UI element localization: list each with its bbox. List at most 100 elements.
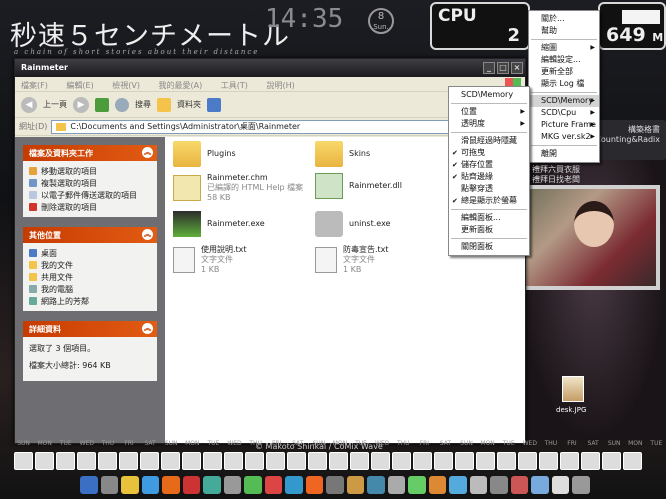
dock-key[interactable] [476,452,495,470]
skin-menu-save-position[interactable]: ✔ 儲存位置 [449,159,529,171]
menu-help[interactable]: 幫助 [529,25,599,37]
menu-edit-settings[interactable]: 編輯設定... [529,54,599,66]
dock-key[interactable] [434,452,453,470]
app-launcher-icon[interactable] [121,476,139,494]
menu-skin-scd-cpu[interactable]: SCD\Cpu ▶ [529,107,599,119]
back-arrow-icon[interactable]: ◀ [21,96,37,113]
dock-key[interactable] [581,452,600,470]
app-launcher-icon[interactable] [285,476,303,494]
tasks-panel-header[interactable]: 檔案及資料夾工作 ︽ [23,145,157,161]
details-panel-header[interactable]: 詳細資料 ︽ [23,321,157,337]
dock-key[interactable] [140,452,159,470]
app-launcher-icon[interactable] [367,476,385,494]
search-icon[interactable] [115,97,129,112]
menu-view[interactable]: 檢視(V) [112,81,140,90]
folders-icon[interactable] [157,97,171,112]
app-launcher-icon[interactable] [572,476,590,494]
todo-item[interactable]: 禮拜日找老闆 [532,175,580,185]
skin-menu-transparency[interactable]: 透明度 ▶ [449,118,529,130]
menu-tools[interactable]: 工具(T) [221,81,248,90]
menu-skin-picture-frame[interactable]: Picture Frame ▶ [529,119,599,131]
app-launcher-icon[interactable] [449,476,467,494]
dock-key[interactable] [350,452,369,470]
dock-key[interactable] [602,452,621,470]
minimize-button[interactable]: _ [483,62,495,74]
dock-key[interactable] [224,452,243,470]
dock-key[interactable] [35,452,54,470]
app-launcher-icon[interactable] [264,476,283,494]
app-launcher-icon[interactable] [510,476,529,494]
app-launcher-icon[interactable] [223,476,242,494]
cpu-meter[interactable]: CPU 2 [430,2,530,50]
collapse-icon[interactable]: ︽ [142,229,153,240]
task-copy[interactable]: 複製選取的項目 [29,177,151,189]
dock-key[interactable] [98,452,117,470]
todo-item[interactable]: 禮拜六買衣服 [532,165,580,175]
dock-key[interactable] [287,452,306,470]
dock-key[interactable] [56,452,75,470]
file-item[interactable]: 使用說明.txt 文字文件 1 KB [173,245,247,275]
skin-menu-close[interactable]: 關閉面板 [449,241,529,253]
app-launcher-icon[interactable] [428,476,447,494]
app-launcher-icon[interactable] [141,476,160,494]
dock-key[interactable] [497,452,516,470]
place-shared-documents[interactable]: 共用文件 [29,271,151,283]
app-launcher-icon[interactable] [531,476,549,494]
dock-key[interactable] [119,452,138,470]
picture-frame-widget[interactable] [515,185,660,290]
skin-menu-header[interactable]: SCD\Memory [449,89,529,101]
dock-key[interactable] [14,452,33,470]
menu-show-log[interactable]: 顯示 Log 檔 [529,78,599,90]
app-launcher-icon[interactable] [387,476,406,494]
app-launcher-icon[interactable] [203,476,221,494]
skin-menu-position[interactable]: 位置 ▶ [449,106,529,118]
menu-favorites[interactable]: 我的最愛(A) [159,81,203,90]
image-file-icon[interactable] [562,376,584,402]
menu-help[interactable]: 說明(H) [266,81,294,90]
place-my-documents[interactable]: 我的文件 [29,259,151,271]
menu-refresh-all[interactable]: 更新全部 [529,66,599,78]
dock-key[interactable] [371,452,390,470]
task-move[interactable]: 移動選取的項目 [29,165,151,177]
app-launcher-icon[interactable] [551,476,570,494]
app-launcher-icon[interactable] [408,476,426,494]
dock-key[interactable] [518,452,537,470]
app-launcher-icon[interactable] [305,476,324,494]
dock-key[interactable] [623,452,642,470]
dock-key[interactable] [203,452,222,470]
task-email[interactable]: 以電子郵件傳送選取的項目 [29,189,151,201]
folders-button[interactable]: 資料夾 [177,99,201,110]
skin-menu-hide-on-hover[interactable]: 滑鼠經過時隱藏 [449,135,529,147]
skin-menu-edit[interactable]: 編輯面板... [449,212,529,224]
desktop-file-label[interactable]: desk.JPG [556,406,586,414]
back-button[interactable]: 上一頁 [43,99,67,110]
skin-menu-click-through[interactable]: 點擊穿透 [449,183,529,195]
app-launcher-icon[interactable] [326,476,344,494]
menu-file[interactable]: 檔案(F) [21,81,48,90]
maximize-button[interactable]: □ [497,62,509,74]
collapse-icon[interactable]: ︽ [142,147,153,158]
app-launcher-icon[interactable] [469,476,488,494]
menu-edit[interactable]: 編輯(E) [66,81,93,90]
task-delete[interactable]: 刪除選取的項目 [29,201,151,213]
place-my-computer[interactable]: 我的電腦 [29,283,151,295]
app-launcher-icon[interactable] [162,476,180,494]
collapse-icon[interactable]: ︽ [142,323,153,334]
file-item[interactable]: Rainmeter.exe [173,211,265,237]
place-network[interactable]: 網路上的芳鄰 [29,295,151,307]
search-button[interactable]: 搜尋 [135,99,151,110]
app-launcher-icon[interactable] [346,476,365,494]
window-titlebar[interactable]: Rainmeter _ □ × [15,59,525,77]
file-item[interactable]: Rainmeter.chm 已編譯的 HTML Help 檔案 58 KB [173,173,303,203]
place-desktop[interactable]: 桌面 [29,247,151,259]
menu-skin-scd-memory[interactable]: SCD\Memory ▶ [529,95,599,107]
skin-menu-draggable[interactable]: ✔ 可拖曳 [449,147,529,159]
memory-meter[interactable]: 649 M [598,2,666,50]
dock-key[interactable] [266,452,285,470]
forward-arrow-icon[interactable]: ▶ [73,96,89,113]
file-item[interactable]: 防毒宣告.txt 文字文件 1 KB [315,245,389,275]
skin-menu-snap-edges[interactable]: ✔ 貼齊邊緣 [449,171,529,183]
app-launcher-icon[interactable] [182,476,201,494]
app-launcher-icon[interactable] [244,476,262,494]
skin-menu-refresh[interactable]: 更新面板 [449,224,529,236]
